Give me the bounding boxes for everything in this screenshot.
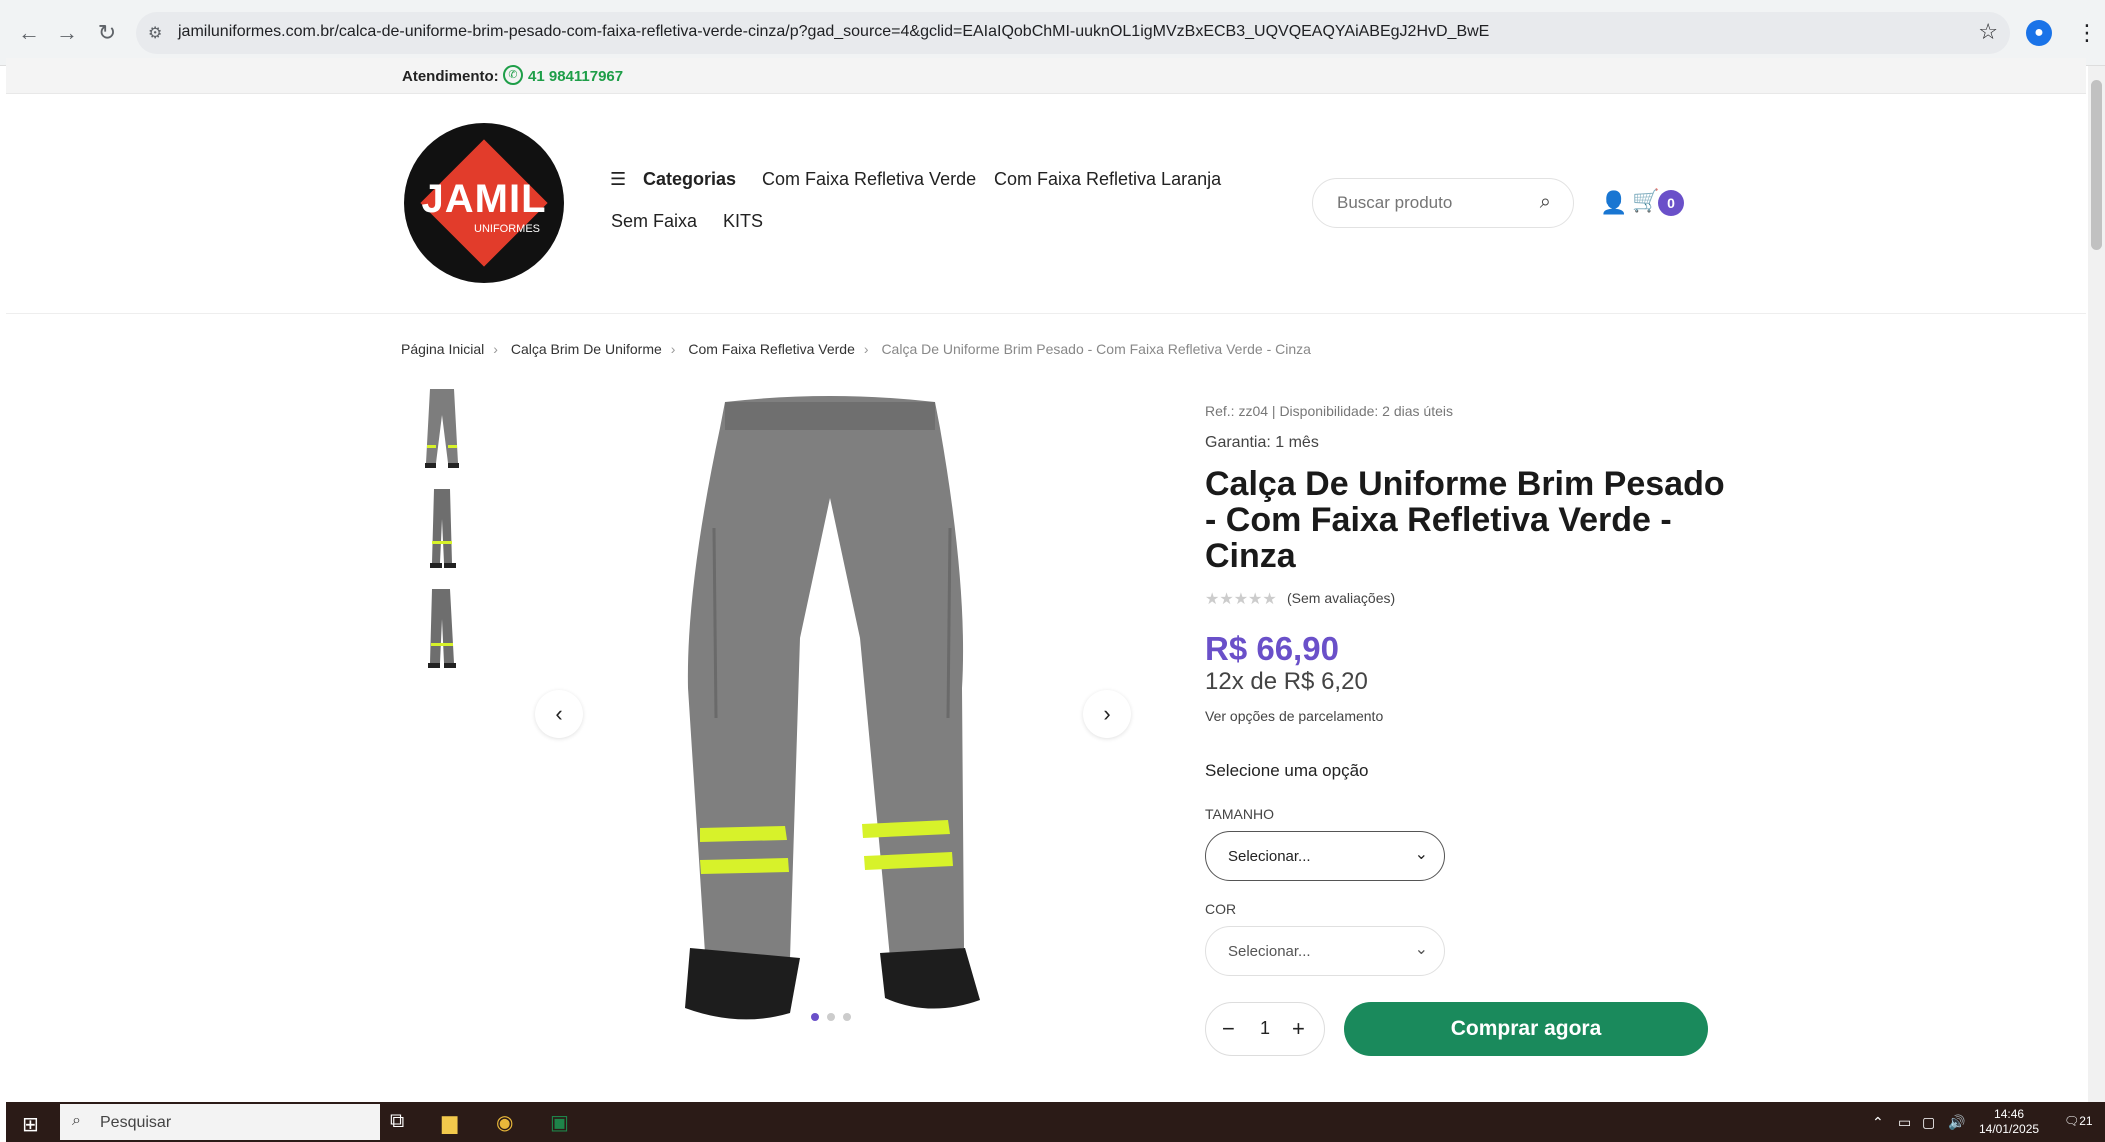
search-icon[interactable]: ⌕ [1540, 191, 1551, 214]
buy-now-button[interactable]: Comprar agora [1344, 1002, 1708, 1056]
rating-stars-icon: ★★★★★ [1205, 591, 1277, 608]
categories-menu-icon[interactable]: ☰ [610, 169, 626, 190]
color-select-value: Selecionar... [1228, 943, 1311, 960]
search-box: ⌕ [1312, 178, 1574, 228]
browser-toolbar: ← → ↻ ⚙ jamiluniformes.com.br/calca-de-u… [0, 0, 2105, 66]
gallery-prev-button[interactable]: ‹ [535, 690, 583, 738]
product-thumbnail[interactable] [420, 585, 464, 669]
size-label: TAMANHO [1205, 806, 1274, 822]
taskbar-search[interactable]: ⌕ Pesquisar [60, 1104, 380, 1140]
product-ref: Ref.: zz04 | Disponibilidade: 2 dias úte… [1205, 403, 1453, 419]
star-icon[interactable]: ☆ [1978, 19, 1998, 45]
size-select[interactable]: Selecionar... ⌄ [1205, 831, 1445, 881]
windows-taskbar: ⊞ ⌕ Pesquisar ⧉ ▆ ◉ ▣ ⌃ ▭ ▢ 🔊 14:46 14/0… [6, 1102, 2105, 1142]
back-icon[interactable]: ← [16, 20, 42, 46]
user-icon[interactable]: 👤 [1600, 190, 1627, 216]
chevron-right-icon: › [493, 341, 498, 357]
nav-categories[interactable]: Categorias [643, 169, 736, 190]
chevron-down-icon: ⌄ [1414, 846, 1428, 863]
chevron-right-icon: › [670, 341, 676, 357]
plus-icon[interactable]: + [1292, 1016, 1305, 1042]
network-icon[interactable]: ▢ [1922, 1114, 1935, 1131]
menu-icon[interactable]: ⋮ [2076, 20, 2098, 46]
product-price: R$ 66,90 [1205, 630, 1339, 667]
url-text[interactable]: jamiluniformes.com.br/calca-de-uniforme-… [178, 23, 1489, 41]
product-thumbnail[interactable] [420, 385, 464, 469]
meet-now-icon[interactable]: ▭ [1898, 1114, 1911, 1131]
product-title: Calça De Uniforme Brim Pesado - Com Faix… [1205, 465, 1725, 575]
quantity-stepper: − 1 + [1205, 1002, 1325, 1056]
breadcrumb-calca-brim[interactable]: Calça Brim De Uniforme [511, 341, 662, 357]
windows-start-icon[interactable]: ⊞ [22, 1112, 39, 1137]
product-garantia: Garantia: 1 mês [1205, 434, 1319, 451]
quantity-value[interactable]: 1 [1260, 1018, 1270, 1039]
gallery-dot[interactable] [843, 1013, 851, 1021]
nav-item-faixa-laranja[interactable]: Com Faixa Refletiva Laranja [994, 169, 1221, 190]
minus-icon[interactable]: − [1222, 1016, 1235, 1042]
excel-icon[interactable]: ▣ [550, 1110, 569, 1135]
scrollbar-thumb[interactable] [2091, 80, 2102, 250]
breadcrumb-current: Calça De Uniforme Brim Pesado - Com Faix… [881, 341, 1311, 357]
nav-item-faixa-verde[interactable]: Com Faixa Refletiva Verde [762, 169, 976, 190]
volume-icon[interactable]: 🔊 [1948, 1114, 1965, 1131]
size-select-value: Selecionar... [1228, 848, 1311, 865]
clock-date: 14/01/2025 [1979, 1122, 2040, 1136]
gallery-dot-active[interactable] [811, 1013, 819, 1021]
atendimento-label: Atendimento: [402, 68, 499, 85]
taskbar-search-text: Pesquisar [100, 1114, 172, 1131]
product-thumbnail[interactable] [420, 485, 464, 569]
site-info-icon[interactable]: ⚙ [148, 23, 162, 43]
file-explorer-icon[interactable]: ▆ [442, 1110, 457, 1135]
installment-options-link[interactable]: Ver opções de parcelamento [1205, 708, 1383, 724]
forward-icon[interactable]: → [54, 20, 80, 46]
header-divider [6, 313, 2086, 314]
product-installments: 12x de R$ 6,20 [1205, 668, 1368, 695]
task-view-icon[interactable]: ⧉ [390, 1110, 404, 1133]
chevron-right-icon: › [863, 341, 869, 357]
cart-icon[interactable]: 🛒 [1632, 188, 1659, 214]
phone-link[interactable]: 41 984117967 [528, 68, 623, 85]
nav-item-kits[interactable]: KITS [723, 211, 763, 232]
select-option-heading: Selecione uma opção [1205, 761, 1369, 780]
whatsapp-icon[interactable]: ✆ [503, 65, 523, 85]
color-select[interactable]: Selecionar... ⌄ [1205, 926, 1445, 976]
product-main-image[interactable] [540, 388, 1100, 1048]
search-icon: ⌕ [72, 1112, 81, 1129]
taskbar-clock[interactable]: 14:46 14/01/2025 [1979, 1107, 2039, 1137]
address-bar[interactable]: ⚙ jamiluniformes.com.br/calca-de-uniform… [136, 12, 2010, 54]
reload-icon[interactable]: ↻ [94, 20, 120, 46]
color-label: COR [1205, 901, 1237, 917]
chevron-down-icon: ⌄ [1414, 941, 1428, 958]
tray-chevron-up-icon[interactable]: ⌃ [1872, 1114, 1884, 1131]
notifications-icon[interactable]: 🗨21 [2064, 1114, 2093, 1128]
notifications-count: 21 [2079, 1114, 2093, 1128]
nav-item-sem-faixa[interactable]: Sem Faixa [611, 211, 697, 232]
gallery-next-button[interactable]: › [1083, 690, 1131, 738]
profile-icon[interactable]: ● [2026, 20, 2052, 46]
breadcrumb-faixa-verde[interactable]: Com Faixa Refletiva Verde [688, 341, 855, 357]
logo[interactable]: JAMIL UNIFORMES [404, 123, 564, 283]
logo-name: JAMIL [421, 177, 547, 221]
chrome-icon[interactable]: ◉ [496, 1110, 513, 1135]
logo-sub: UNIFORMES [474, 223, 540, 235]
search-input[interactable] [1337, 193, 1527, 213]
gallery-dot[interactable] [827, 1013, 835, 1021]
breadcrumb-home[interactable]: Página Inicial [401, 341, 484, 357]
reviews-count[interactable]: (Sem avaliações) [1287, 590, 1395, 606]
clock-time: 14:46 [1994, 1107, 2025, 1121]
contact-strip: Atendimento: ✆ 41 984117967 [6, 58, 2086, 94]
cart-count-badge: 0 [1658, 190, 1684, 216]
breadcrumb: Página Inicial › Calça Brim De Uniforme › … [401, 341, 1311, 357]
